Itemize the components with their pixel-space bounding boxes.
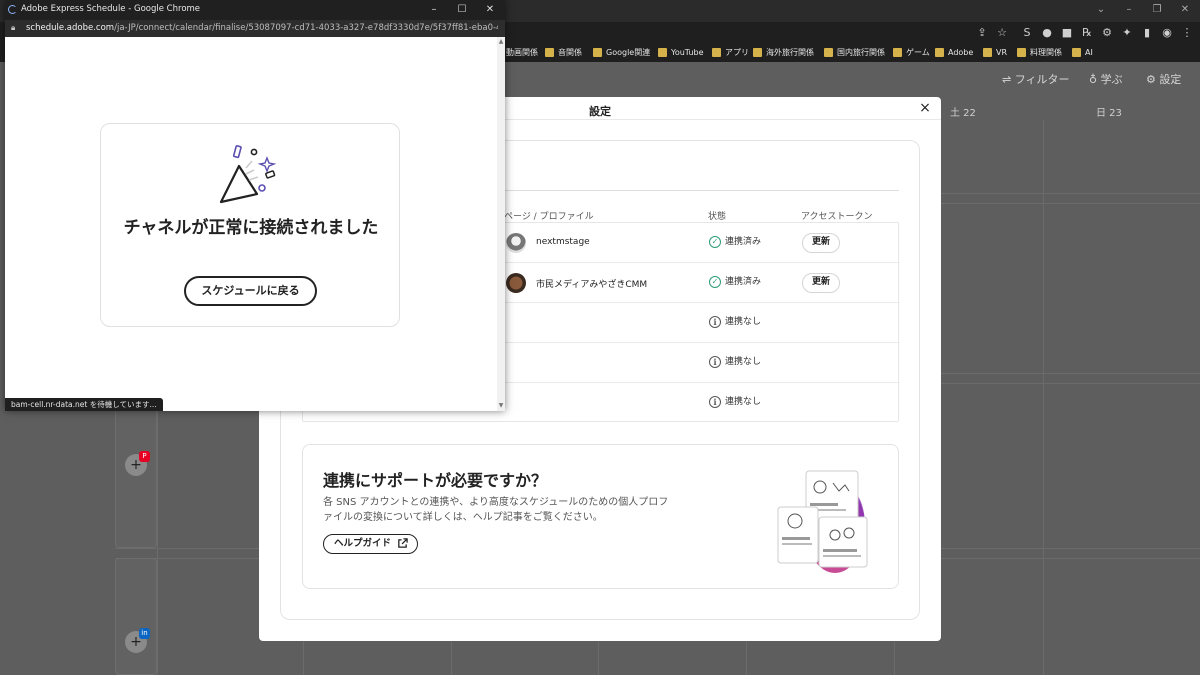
status-badge: ✓ 連携済み [709,236,761,249]
help-title: 連携にサポートが必要ですか？ [323,471,548,490]
bookmark-item[interactable]: AI [1072,47,1093,59]
bookmark-item[interactable]: 料理関係 [1017,47,1062,59]
popup-content: ▲ ▼ チャネルが正常に接続されました スケジュールに戻る [5,37,505,411]
external-link-icon [398,538,408,548]
day-header-sunday: 日 23 [1096,108,1122,119]
scrollbar[interactable]: ▲ ▼ [497,37,505,411]
maximize-icon[interactable]: ☐ [455,3,469,17]
puzzle-icon[interactable]: ✦ [1120,26,1134,40]
close-window-icon[interactable]: ✕ [1176,3,1194,17]
avatar [506,273,526,293]
minimize-icon[interactable]: – [427,3,441,17]
profile-name: 市民メディアみやざきCMM [536,280,648,290]
bookmark-item[interactable]: 海外旅行関係 [753,47,814,59]
popup-browser-window: Adobe Express Schedule - Google Chrome –… [5,0,505,411]
success-card: チャネルが正常に接続されました スケジュールに戻る [100,123,400,327]
status-label: 連携なし [725,317,762,327]
extension-blue-icon[interactable]: ● [1040,26,1054,40]
maximize-icon[interactable]: ❐ [1148,3,1166,17]
bookmark-item[interactable]: Adobe [935,47,973,59]
help-text: 各 SNS アカウントとの連携や、より高度なスケジュールのための個人プロファイル… [323,497,669,523]
check-circle-icon: ✓ [709,236,721,248]
popup-window-title: Adobe Express Schedule - Google Chrome [21,4,201,14]
address-bar[interactable]: 🔒︎ schedule.adobe.com/ja-JP/connect/cale… [5,20,505,37]
settings-button[interactable]: ⚙ 設定 [1146,73,1181,87]
sidepanel-icon[interactable]: ▮ [1140,26,1154,40]
info-icon: i [709,316,721,328]
share-icon[interactable]: ⇪ [975,26,989,40]
scroll-up-icon[interactable]: ▲ [497,38,505,46]
bookmark-item[interactable]: アプリ [712,47,749,59]
url-host: schedule.adobe.com [26,23,115,33]
lock-icon: 🔒︎ [11,23,16,32]
close-icon[interactable]: × [917,100,933,116]
channel-row-linkedin [115,558,157,675]
success-message: チャネルが正常に接続されました [123,218,379,238]
help-guide-label: ヘルプガイド [334,538,392,549]
browser-status-bar: bam-cell.nr-data.net を待機しています... [5,398,163,411]
kebab-menu-icon[interactable]: ⋮ [1180,26,1194,40]
check-circle-icon: ✓ [709,276,721,288]
status-label: 連携なし [725,397,762,407]
settings-label: 設定 [1159,73,1182,86]
extension-f-icon[interactable]: ■ [1060,26,1074,40]
profile-name: nextmstage [536,237,590,247]
bookmark-item[interactable]: 国内旅行関係 [824,47,885,59]
filter-button[interactable]: ⇌ フィルター [1002,73,1070,87]
refresh-token-button[interactable]: 更新 [802,273,840,293]
info-icon: i [709,356,721,368]
column-header-page: ページ / プロファイル [504,212,594,222]
help-card: 連携にサポートが必要ですか？ 各 SNS アカウントとの連携や、より高度なスケジ… [302,444,899,589]
status-badge: ✓ 連携済み [709,276,761,289]
bookmark-item[interactable]: Google関連 [593,47,650,59]
status-badge: i 連携なし [709,316,761,329]
bookmark-item[interactable]: ゲーム [893,47,930,59]
extension-gear-icon[interactable]: ⚙ [1100,26,1114,40]
pinterest-icon: P [139,451,150,462]
day-header-saturday: 土 22 [950,108,976,119]
loading-spinner-icon [8,5,17,14]
extension-s-icon[interactable]: S [1020,26,1034,40]
column-header-token: アクセストークン [801,212,873,222]
extension-rx-icon[interactable]: ℞ [1080,26,1094,40]
popup-titlebar: Adobe Express Schedule - Google Chrome –… [5,0,505,20]
info-icon: i [709,396,721,408]
profile-avatar-icon[interactable]: ◉ [1160,26,1174,40]
status-label: 連携済み [725,237,762,247]
bookmark-item[interactable]: 音関係 [545,47,582,59]
bookmark-item[interactable]: VR [983,47,1007,59]
status-badge: i 連携なし [709,396,761,409]
status-label: 連携なし [725,357,762,367]
learn-button[interactable]: ♁ 学ぶ [1089,73,1123,87]
refresh-token-button[interactable]: 更新 [802,233,840,253]
close-window-icon[interactable]: ✕ [483,3,497,17]
column-header-status: 状態 [708,212,727,222]
filter-label: フィルター [1014,73,1070,86]
linkedin-icon: in [139,628,150,639]
status-badge: i 連携なし [709,356,761,369]
avatar [506,233,526,253]
help-guide-button[interactable]: ヘルプガイド [323,534,419,554]
status-label: 連携済み [725,277,762,287]
back-to-schedule-button[interactable]: スケジュールに戻る [184,276,317,306]
scroll-down-icon[interactable]: ▼ [497,402,505,410]
url-text: schedule.adobe.com/ja-JP/connect/calenda… [26,23,498,33]
help-illustration [777,470,868,573]
chevron-down-icon[interactable]: ⌄ [1092,3,1110,17]
url-path: /ja-JP/connect/calendar/finalise/5308709… [114,23,498,33]
star-icon[interactable]: ☆ [995,26,1009,40]
bookmark-item[interactable]: YouTube [658,47,704,59]
party-popper-icon [219,145,277,204]
learn-label: 学ぶ [1100,73,1123,86]
minimize-icon[interactable]: – [1120,3,1138,17]
